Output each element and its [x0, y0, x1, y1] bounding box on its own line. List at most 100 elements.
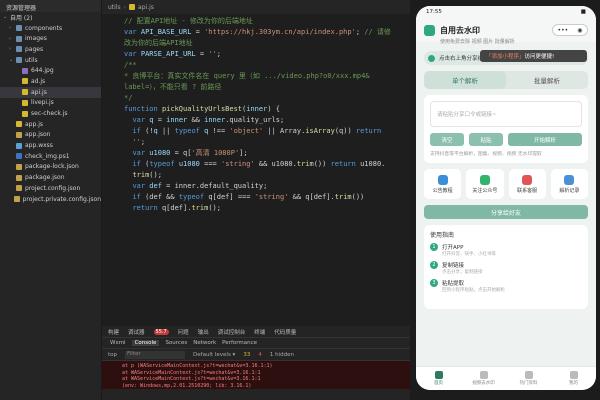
close-icon[interactable]: ◉	[577, 27, 582, 34]
tree-item[interactable]: ad.js	[0, 76, 101, 87]
link-input[interactable]: 请粘贴分享口令或链接~	[430, 101, 582, 127]
quick-action[interactable]: 联系客服	[508, 169, 546, 199]
json-icon	[16, 185, 22, 192]
devtools-tab[interactable]: Console	[131, 340, 160, 346]
share-button[interactable]: 分享给好友	[424, 205, 588, 219]
start-parse-button[interactable]: 开始解析	[508, 133, 582, 146]
tree-item[interactable]: app.js	[0, 119, 101, 130]
quick-actions: 公告教程 关注公众号 联系客服 解析记录	[424, 169, 588, 199]
tree-item[interactable]: app.json	[0, 130, 101, 141]
code-line: label=），不能只看 ? 前路径	[124, 82, 406, 93]
panel-tab[interactable]: 构建	[108, 328, 119, 336]
tree-item-label: app.json	[25, 131, 51, 139]
panel-tab[interactable]: 调试控制台	[218, 328, 246, 336]
code-line: '';	[124, 137, 406, 148]
quick-action[interactable]: 关注公众号	[466, 169, 504, 199]
clear-button[interactable]: 清空	[430, 133, 464, 146]
tabbar-item[interactable]: 首页	[416, 367, 461, 390]
paste-button[interactable]: 粘贴	[469, 133, 503, 146]
tree-item[interactable]: › images	[0, 33, 101, 44]
devtools-tabs: Wxml Console Sources Network Performance	[102, 338, 410, 349]
breadcrumb-folder[interactable]: utils	[108, 4, 121, 11]
context-select[interactable]: top	[108, 352, 117, 358]
tree-item[interactable]: check_img.ps1	[0, 151, 101, 162]
code-token: var	[132, 149, 150, 157]
quick-action-label: 联系客服	[517, 187, 538, 194]
tabbar-item[interactable]: 我的	[551, 367, 596, 390]
img-icon	[22, 67, 28, 74]
parse-hint: 支持抖音等平台解析，图集、视频、视频 无水印提取	[430, 152, 542, 157]
json-icon	[16, 163, 22, 170]
tree-item[interactable]: package.json	[0, 172, 101, 183]
code-line: * 良博平台：真实文件名在 query 里（如 .../video.php?o0…	[124, 71, 406, 82]
chevron-icon: ›	[9, 25, 11, 32]
tree-item[interactable]: project.config.json	[0, 183, 101, 194]
tree-item-label: package-lock.json	[25, 163, 79, 171]
code-editor[interactable]: utils › api.js // 配置API地址 - 修改为你的后端地址 var…	[102, 0, 410, 326]
ps-icon	[16, 153, 22, 160]
code-token: ();	[208, 204, 221, 212]
js-icon	[22, 99, 28, 106]
code-token: && q[def].	[288, 193, 335, 201]
tree-item[interactable]: › pages	[0, 44, 101, 55]
devtools-tab[interactable]: Sources	[165, 340, 187, 346]
tab-single-parse[interactable]: 单个解析	[424, 71, 506, 89]
code-token: return	[132, 204, 162, 212]
tree-item[interactable]: livepi.js	[0, 98, 101, 109]
quick-action-icon	[479, 174, 490, 185]
code-token: inner	[166, 116, 188, 124]
devtools-tab[interactable]: Wxml	[110, 340, 126, 346]
panel-tab[interactable]: 输出	[198, 328, 209, 336]
tree-item[interactable]: 644.jpg	[0, 65, 101, 76]
battery-icon: ■	[580, 9, 586, 15]
code-token: var	[132, 182, 150, 190]
json-icon	[16, 174, 22, 181]
devtools-tab[interactable]: Performance	[222, 340, 257, 346]
tree-item[interactable]: app.wxss	[0, 140, 101, 151]
code-token: inner	[246, 105, 268, 113]
panel-tab[interactable]: 终端	[254, 328, 265, 336]
quick-action-label: 关注公众号	[472, 187, 498, 194]
devtools-tab[interactable]: Network	[193, 340, 216, 346]
filter-input[interactable]: Filter	[125, 350, 186, 359]
code-token: ];	[239, 149, 248, 157]
panel-tab[interactable]: 代码质量	[274, 328, 296, 336]
code-token: (!	[145, 127, 154, 135]
tabbar-item[interactable]: 热门资料	[506, 367, 551, 390]
tree-item-label: check_img.ps1	[25, 152, 70, 160]
code-token: def	[149, 182, 162, 190]
panel-tab[interactable]: 调试器	[128, 328, 145, 336]
code-token: PARSE_API_URL	[140, 50, 196, 58]
status-time: 17:55	[426, 9, 442, 15]
tree-item[interactable]: package-lock.json	[0, 162, 101, 173]
tree-item-label: components	[25, 24, 63, 32]
code-token: 'string'	[254, 193, 289, 201]
code-area[interactable]: // 配置API地址 - 修改为你的后端地址 var API_BASE_URL =…	[124, 16, 406, 214]
quick-action-label: 解析记录	[559, 187, 580, 194]
tree-item[interactable]: ⌄ utils	[0, 55, 101, 66]
tree-item[interactable]: › components	[0, 23, 101, 34]
app-title: 自用去水印	[440, 25, 480, 35]
tree-item[interactable]: sec-check.js	[0, 108, 101, 119]
project-root[interactable]: ⌄ 自用 (2)	[0, 12, 101, 23]
tree-item[interactable]: project.private.config.json	[0, 194, 101, 205]
step-number: 2	[430, 261, 438, 269]
tree-item[interactable]: api.js	[0, 86, 101, 98]
tabbar-item[interactable]: 视频去水印	[461, 367, 506, 390]
quick-action[interactable]: 解析记录	[550, 169, 588, 199]
step-title: 复制链接	[442, 263, 465, 269]
chevron-icon: ›	[9, 46, 11, 53]
wxss-icon	[16, 142, 22, 149]
breadcrumb-file[interactable]: api.js	[138, 4, 154, 11]
capsule-menu[interactable]: ••• ◉	[552, 24, 588, 36]
panel-tab[interactable]: 问题	[178, 328, 189, 336]
code-token: (q))	[334, 127, 356, 135]
quick-action[interactable]: 公告教程	[424, 169, 462, 199]
tabbar-label: 我的	[569, 381, 578, 386]
toast-suffix: 访问更便捷!	[524, 54, 555, 60]
file-explorer: 资源管理器 ⌄ 自用 (2) › components › images › pages ⌄…	[0, 0, 102, 400]
more-icon[interactable]: •••	[558, 27, 569, 34]
levels-dropdown[interactable]: Default levels ▾	[193, 352, 235, 358]
tab-batch-parse[interactable]: 批量解析	[506, 71, 588, 89]
code-token: trim	[191, 204, 209, 212]
